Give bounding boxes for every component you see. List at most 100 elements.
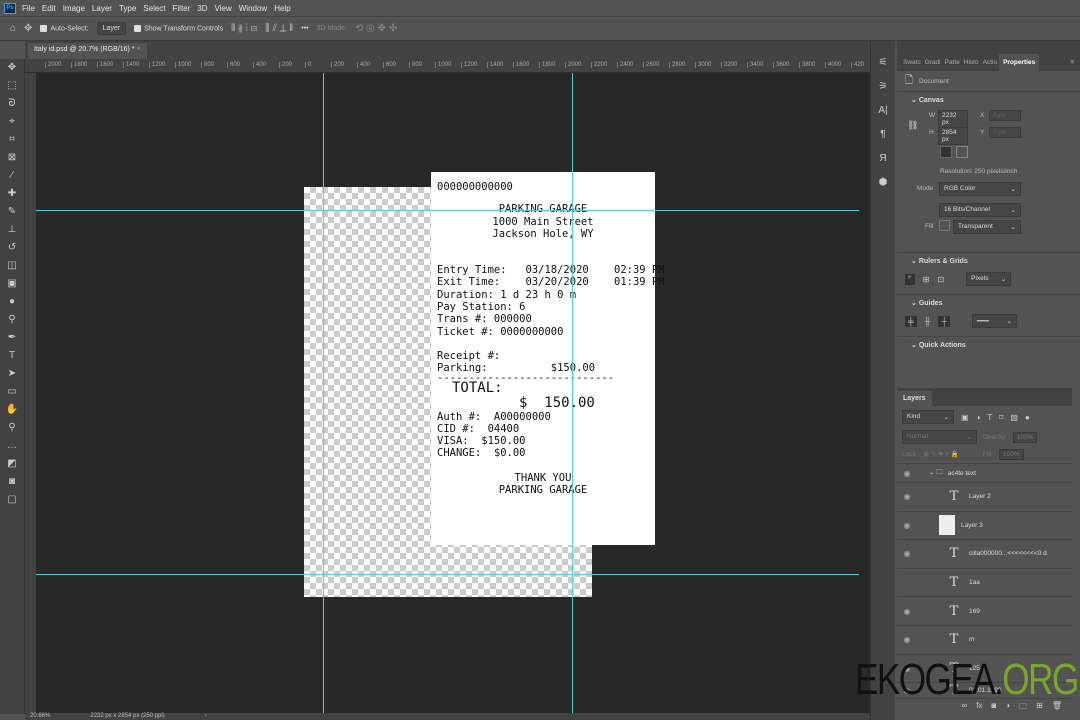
guide-style-dropdown[interactable]: ━━━ ⌄ xyxy=(972,314,1018,328)
show-transform-checkbox[interactable]: Show Transform Controls xyxy=(134,24,223,32)
path-select-tool-icon[interactable]: ➤ xyxy=(0,365,24,383)
menu-help[interactable]: Help xyxy=(274,4,290,13)
close-tab-icon[interactable]: × xyxy=(136,46,140,53)
pixel-grid-icon[interactable]: ⊡ xyxy=(937,275,944,284)
screen-mode-icon[interactable]: ▢ xyxy=(0,491,24,509)
auto-select-dropdown[interactable]: Layer xyxy=(96,22,127,35)
vertical-ruler[interactable] xyxy=(25,73,36,713)
distribute-icons[interactable]: ⫼ ⫽ ⊥ ‖ xyxy=(265,23,293,34)
stamp-tool-icon[interactable]: ⊥ xyxy=(0,221,24,239)
layer-row[interactable]: ◉ T 1aa xyxy=(897,569,1072,598)
layers-tab[interactable]: Layers xyxy=(897,391,932,406)
frame-tool-icon[interactable]: ⊠ xyxy=(0,149,24,167)
smart-guides-icon[interactable]: ┼ xyxy=(938,315,951,327)
mode-dropdown[interactable]: RGB Color ⌄ xyxy=(939,182,1021,196)
marquee-tool-icon[interactable]: ⬚ xyxy=(0,77,24,95)
lasso-tool-icon[interactable]: ᘐ xyxy=(0,95,24,113)
filter-toggle-icon[interactable]: ● xyxy=(1025,413,1030,422)
kind-filter-dropdown[interactable]: Kind ⌄ xyxy=(902,410,954,424)
pen-tool-icon[interactable]: ✒ xyxy=(0,329,24,347)
visibility-eye-icon[interactable]: ◉ xyxy=(897,521,917,530)
link-icon[interactable]: ⛓ xyxy=(907,120,918,131)
units-dropdown[interactable]: Pixels ⌄ xyxy=(966,272,1012,286)
lock-icons[interactable]: ⊞ ✎ ✥ ⌗ 🔒 xyxy=(924,450,959,459)
3d-tools-icons[interactable]: ⟲ ◎ ✥ ✣ xyxy=(355,23,397,34)
rulers-icon[interactable]: ⌜ xyxy=(905,273,915,285)
portrait-orientation-icon[interactable] xyxy=(940,146,952,158)
move-tool-icon[interactable]: ✥ xyxy=(24,23,32,34)
show-guides-icon[interactable]: ╪ xyxy=(905,315,917,327)
menu-select[interactable]: Select xyxy=(143,4,165,13)
eraser-tool-icon[interactable]: ◫ xyxy=(0,257,24,275)
visibility-eye-icon[interactable]: ◉ xyxy=(897,635,917,644)
move-tool-icon[interactable]: ✥ xyxy=(0,59,24,77)
hand-tool-icon[interactable]: ✋ xyxy=(0,401,24,419)
x-field[interactable]: 0 px xyxy=(989,110,1021,121)
menu-3d[interactable]: 3D xyxy=(197,4,207,13)
zoom-level[interactable]: 20.66% xyxy=(30,713,50,720)
filter-adjustment-icon[interactable]: ◑ xyxy=(976,413,981,422)
layer-row[interactable]: ◉ Tm xyxy=(897,626,1072,655)
layer-fill-field[interactable]: 100% xyxy=(998,449,1024,460)
quick-select-tool-icon[interactable]: ⌖ xyxy=(0,113,24,131)
tab-properties[interactable]: Properties xyxy=(999,54,1040,71)
guide-vertical[interactable] xyxy=(323,73,324,713)
more-options-button[interactable]: ••• xyxy=(301,25,308,32)
home-icon[interactable]: ⌂ xyxy=(10,23,16,34)
opacity-field[interactable]: 100% xyxy=(1012,431,1038,443)
color-swatches-icon[interactable]: ◩ xyxy=(0,455,24,473)
shape-tool-icon[interactable]: ▭ xyxy=(0,383,24,401)
visibility-eye-icon[interactable]: ◉ xyxy=(897,469,917,478)
filter-smart-icon[interactable]: ▨ xyxy=(1010,413,1018,422)
receipt-layer[interactable]: 000000000000 PARKING GARAGE 1000 Main St… xyxy=(431,172,665,545)
menu-type[interactable]: Type xyxy=(119,4,136,13)
filter-pixel-icon[interactable]: ▣ xyxy=(961,413,969,422)
panel-menu-icon[interactable]: ≡ xyxy=(1068,59,1080,71)
menu-edit[interactable]: Edit xyxy=(42,4,56,13)
document-tab[interactable]: Italy id.psd @ 20.7% (RGB/16) * × xyxy=(28,43,147,59)
tab-actions[interactable]: Actio xyxy=(981,59,999,71)
tab-patterns[interactable]: Patte xyxy=(943,59,962,71)
zoom-tool-icon[interactable]: ⚲ xyxy=(0,419,24,437)
filter-shape-icon[interactable]: ⌑ xyxy=(999,413,1003,422)
type-tool-icon[interactable]: T xyxy=(0,347,24,365)
visibility-eye-icon[interactable]: ◉ xyxy=(897,578,917,587)
grid-icon[interactable]: ⊞ xyxy=(923,275,930,284)
tab-swatches[interactable]: Swatc xyxy=(901,59,923,71)
history-brush-icon[interactable]: ↺ xyxy=(0,239,24,257)
brush-settings-icon[interactable]: ⚟ xyxy=(871,51,895,75)
horizontal-ruler[interactable]: 2000 1800 1600 1400 1200 1000 800 600 400 200 0 200… xyxy=(25,59,870,73)
guide-horizontal[interactable] xyxy=(36,574,859,575)
fill-dropdown[interactable]: Transparent ⌄ xyxy=(953,220,1021,234)
glyphs-icon[interactable]: Я xyxy=(871,147,895,171)
blend-mode-dropdown[interactable]: Normal ⌄ xyxy=(902,430,977,444)
layer-row[interactable]: ◉ Layer 3 xyxy=(897,512,1072,541)
menu-layer[interactable]: Layer xyxy=(92,4,112,13)
height-field[interactable]: 2854 px xyxy=(938,127,968,145)
guide-horizontal[interactable] xyxy=(36,210,859,211)
character-icon[interactable]: A| xyxy=(871,99,895,123)
quick-actions-section[interactable]: ⌄ Quick Actions xyxy=(897,336,1080,353)
3d-icon[interactable]: ⬢ xyxy=(871,171,895,195)
menu-file[interactable]: File xyxy=(22,4,35,13)
landscape-orientation-icon[interactable] xyxy=(956,146,968,158)
canvas-section[interactable]: ⌄ Canvas xyxy=(897,91,1080,108)
menu-image[interactable]: Image xyxy=(63,4,85,13)
y-field[interactable]: 0 px xyxy=(989,127,1021,138)
tab-gradients[interactable]: Gradi xyxy=(923,59,943,71)
menu-window[interactable]: Window xyxy=(239,4,267,13)
guide-vertical[interactable] xyxy=(572,73,573,713)
layer-group-row[interactable]: ◉ ⌄ 🗀 ac4te text xyxy=(897,464,1072,483)
crop-tool-icon[interactable]: ⌗ xyxy=(0,131,24,149)
auto-select-checkbox[interactable]: Auto-Select: xyxy=(40,24,89,32)
quick-mask-icon[interactable]: ◙ xyxy=(0,473,24,491)
paragraph-icon[interactable]: ¶ xyxy=(871,123,895,147)
blur-tool-icon[interactable]: ● xyxy=(0,293,24,311)
fill-swatch[interactable] xyxy=(939,220,950,231)
visibility-eye-icon[interactable]: ◉ xyxy=(897,607,917,616)
guides-section[interactable]: ⌄ Guides xyxy=(897,294,1080,311)
brush-tool-icon[interactable]: ✎ xyxy=(0,203,24,221)
visibility-eye-icon[interactable]: ◉ xyxy=(897,492,917,501)
layer-row[interactable]: ◉ T Layer 2 xyxy=(897,483,1072,512)
edit-toolbar-icon[interactable]: … xyxy=(0,437,24,455)
